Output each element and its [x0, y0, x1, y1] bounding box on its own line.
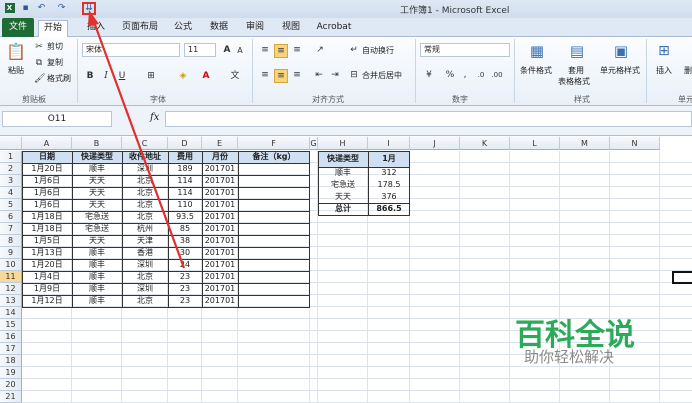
watermark-subtitle: 助你轻松解决	[524, 348, 615, 366]
